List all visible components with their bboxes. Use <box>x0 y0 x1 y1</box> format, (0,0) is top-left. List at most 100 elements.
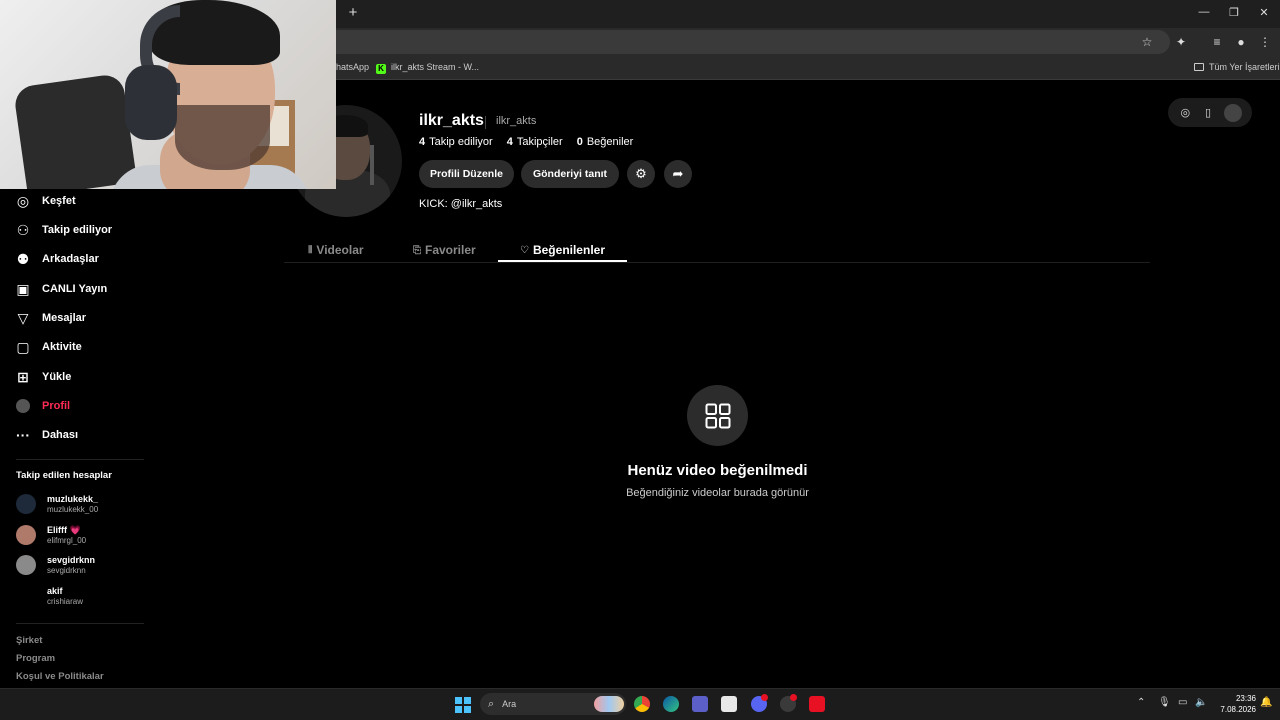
following-account[interactable]: muzlukekk_ muzlukekk_00 <box>16 491 98 517</box>
sidebar-item-messages[interactable]: ▽ Mesajlar <box>14 307 86 329</box>
settings-button[interactable]: ⚙ <box>627 160 655 188</box>
empty-state-subtitle: Beğendiğiniz videolar burada görünür <box>626 487 809 499</box>
notifications-icon[interactable]: 🔔 <box>1260 697 1272 708</box>
taskbar-search[interactable]: ⌕ Ara <box>480 693 626 715</box>
microphone-icon[interactable]: 🎙 <box>1158 697 1171 708</box>
network-icon[interactable]: ▭ <box>1178 697 1187 708</box>
tab-favorites[interactable]: ⎘ Favoriler <box>413 239 476 261</box>
taskbar-search-label: Ara <box>502 699 517 709</box>
tray-overflow-icon[interactable]: ⌃ <box>1137 697 1145 708</box>
footer-company-link[interactable]: Şirket <box>16 635 42 646</box>
send-icon: ▽ <box>17 309 29 326</box>
following-account[interactable]: Elifff 💗 elifmrgl_00 <box>16 522 86 548</box>
tabs-divider <box>284 262 1150 263</box>
account-handle: crishiaraw <box>47 596 84 606</box>
sidebar-item-label: Arkadaşlar <box>42 253 99 265</box>
promote-post-button[interactable]: Gönderiyi tanıt <box>521 160 619 188</box>
snipping-tool-app-icon[interactable] <box>721 696 737 712</box>
tab-label: Videolar <box>316 243 364 257</box>
kick-logo-icon: K <box>376 64 386 74</box>
sidebar-item-upload[interactable]: ⊞ Yükle <box>14 366 71 388</box>
top-right-actions: ◎ ▯ <box>1168 98 1252 127</box>
sidebar-item-more[interactable]: ··· Dahası <box>14 424 78 446</box>
username-divider <box>485 116 486 129</box>
avatar <box>16 494 36 514</box>
notification-badge <box>761 694 768 701</box>
coins-icon[interactable]: ◎ <box>1178 106 1192 119</box>
avatar[interactable] <box>1223 103 1242 122</box>
sidebar-item-label: Mesajlar <box>42 312 87 324</box>
friends-icon: ⚉ <box>16 250 30 267</box>
sidebar-item-label: Aktivite <box>42 341 82 353</box>
bookmark-star-icon[interactable]: ☆ <box>1139 34 1155 50</box>
sidebar-item-label: Yükle <box>42 371 72 383</box>
all-bookmarks[interactable]: Tüm Yer İşaretleri <box>1194 60 1280 74</box>
extensions-icon[interactable]: ✦ <box>1173 34 1189 50</box>
bookmark-icon: ⎘ <box>413 244 421 256</box>
stat-followers[interactable]: 4 Takipçiler <box>507 136 563 148</box>
sidebar-item-label: Keşfet <box>42 195 76 207</box>
activity-icon: ▢ <box>16 338 30 355</box>
live-icon: ▣ <box>16 280 30 297</box>
footer-program-link[interactable]: Program <box>16 653 55 664</box>
account-handle: sevgidrknn <box>47 565 86 575</box>
search-highlight-icon <box>594 696 624 712</box>
close-window-button[interactable]: ✕ <box>1257 6 1271 19</box>
share-button[interactable]: ➦ <box>664 160 692 188</box>
following-heading: Takip edilen hesaplar <box>16 470 112 481</box>
stat-likes: 0 Beğeniler <box>576 136 634 148</box>
profile-bio: KICK: @ilkr_akts <box>419 198 503 210</box>
webcam-overlay <box>0 0 336 189</box>
tab-videos[interactable]: ⦀ Videolar <box>308 239 364 261</box>
media-controls-icon[interactable]: ≡ <box>1209 34 1225 50</box>
heart-icon: ♡ <box>520 244 529 256</box>
bookmark-whatsapp[interactable]: hatsApp <box>336 60 369 74</box>
volume-icon[interactable]: 🔈 <box>1195 697 1207 708</box>
profile-username: ilkr_akts <box>419 112 484 129</box>
edge-app-icon[interactable] <box>663 696 679 712</box>
windows-start-icon[interactable] <box>455 697 471 713</box>
sidebar-item-friends[interactable]: ⚉ Arkadaşlar <box>14 248 99 270</box>
browser-profile-icon[interactable]: ● <box>1233 34 1249 50</box>
gear-icon: ⚙ <box>635 166 647 181</box>
account-name: muzlukekk_ <box>47 493 99 504</box>
clock-time: 23:36 <box>1235 694 1256 703</box>
bookmark-kick-stream[interactable]: Kilkr_akts Stream - W... <box>376 60 479 74</box>
browser-menu-icon[interactable]: ⋮ <box>1257 34 1273 50</box>
profile-nickname: ilkr_akts <box>496 115 537 127</box>
upload-icon: ⊞ <box>17 368 29 385</box>
bookmark-kick-label: ilkr_akts Stream - W... <box>391 62 480 72</box>
clock-date: 7.08.2026 <box>1220 705 1256 714</box>
user-follow-icon: ⚇ <box>16 221 30 238</box>
sidebar-item-explore[interactable]: ◎ Keşfet <box>14 190 76 212</box>
active-tab-indicator <box>498 260 627 262</box>
sidebar-divider <box>16 459 144 460</box>
profile-stats: 4 Takip ediliyor 4 Takipçiler 0 Beğeniler <box>419 136 647 148</box>
account-name: sevgidrknn <box>47 554 96 565</box>
stat-following[interactable]: 4 Takip ediliyor <box>419 136 493 148</box>
address-bar[interactable] <box>290 30 1170 54</box>
following-account[interactable]: akif crishiaraw <box>16 583 83 609</box>
account-name: akif <box>47 585 63 596</box>
all-bookmarks-label: Tüm Yer İşaretleri <box>1209 62 1280 72</box>
sidebar-item-live[interactable]: ▣ CANLI Yayın <box>14 278 107 300</box>
sidebar-item-activity[interactable]: ▢ Aktivite <box>14 336 82 358</box>
teams-app-icon[interactable] <box>692 696 708 712</box>
tab-label: Favoriler <box>425 243 476 257</box>
footer-terms-link[interactable]: Koşul ve Politikalar <box>16 671 104 682</box>
minimize-button[interactable]: — <box>1197 6 1211 18</box>
sidebar-item-following[interactable]: ⚇ Takip ediliyor <box>14 219 112 241</box>
edit-profile-button[interactable]: Profili Düzenle <box>419 160 514 188</box>
tab-liked[interactable]: ♡ Beğenilenler <box>520 239 605 261</box>
taskbar-clock[interactable]: 23:36 7.08.2026 <box>1212 693 1256 715</box>
sidebar-item-label: CANLI Yayın <box>42 283 108 295</box>
more-icon: ··· <box>16 427 30 443</box>
restore-button[interactable]: ❐ <box>1227 6 1241 19</box>
following-account[interactable]: sevgidrknn sevgidrknn <box>16 552 95 578</box>
sidebar-item-profile[interactable]: Profil <box>14 395 70 417</box>
recorder-app-icon[interactable] <box>809 696 825 712</box>
new-tab-button[interactable]: + <box>346 5 360 20</box>
phone-icon[interactable]: ▯ <box>1201 106 1215 119</box>
chrome-app-icon[interactable] <box>634 696 650 712</box>
sidebar-item-label: Takip ediliyor <box>42 224 113 236</box>
